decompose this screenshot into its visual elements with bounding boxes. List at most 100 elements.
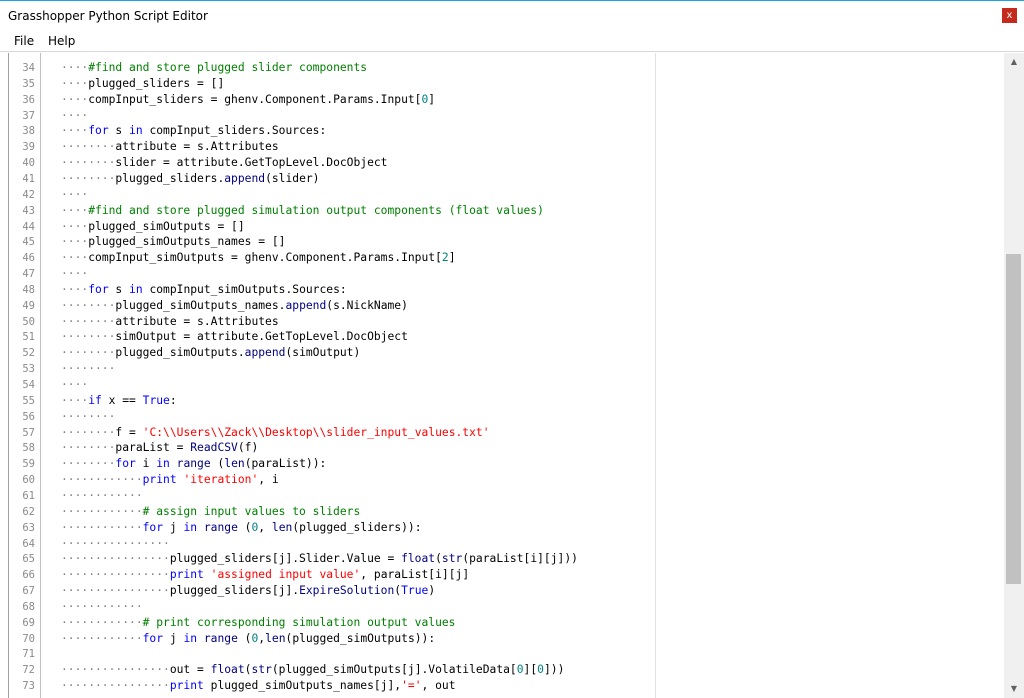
code-text: ················plugged_sliders[j].Expir… [61, 584, 436, 598]
code-text: ········plugged_sliders.append(slider) [61, 171, 320, 185]
code-line[interactable]: 57 ········f = 'C:\\Users\\Zack\\Desktop\… [9, 425, 999, 441]
window-title: Grasshopper Python Script Editor [8, 9, 208, 23]
line-number: 59 [22, 458, 35, 471]
code-line[interactable]: 51 ········simOutput = attribute.GetTopLe… [9, 329, 999, 345]
code-line[interactable]: 41 ········plugged_sliders.append(slider) [9, 171, 999, 187]
code-line[interactable]: 55 ····if x == True: [9, 393, 999, 409]
code-text: ············for j in range (0,len(plugge… [61, 631, 436, 645]
code-line[interactable]: 63 ············for j in range (0, len(plu… [9, 520, 999, 536]
line-number: 67 [22, 585, 35, 598]
line-number: 66 [22, 569, 35, 582]
code-line[interactable]: 56 ········ [9, 409, 999, 425]
code-line[interactable]: 69 ············# print corresponding simu… [9, 615, 999, 631]
code-line[interactable]: 54 ···· [9, 377, 999, 393]
code-line[interactable]: 52 ········plugged_simOutputs.append(simO… [9, 345, 999, 361]
code-line[interactable]: 45 ····plugged_simOutputs_names = [] [9, 234, 999, 250]
code-line[interactable]: 65 ················plugged_sliders[j].Sli… [9, 551, 999, 567]
code-text: ········plugged_simOutputs.append(simOut… [61, 346, 361, 360]
line-number: 54 [22, 379, 35, 391]
line-number: 42 [22, 188, 35, 201]
code-text: ········attribute = s.Attributes [61, 314, 279, 328]
code-line[interactable]: 42 ···· [9, 187, 999, 203]
code-text: ············print 'iteration', i [61, 473, 279, 487]
code-line[interactable]: 37 ···· [9, 108, 999, 124]
code-editor[interactable]: 33 34 ····#find and store plugged slider … [8, 53, 1016, 698]
code-text: ····plugged_simOutputs = [] [61, 219, 245, 233]
close-button[interactable]: x [1002, 8, 1017, 23]
line-number: 56 [22, 410, 35, 423]
code-text: ····plugged_sliders = [] [61, 76, 225, 90]
code-line[interactable]: 50 ········attribute = s.Attributes [9, 314, 999, 330]
code-line[interactable]: 70 ············for j in range (0,len(plug… [9, 631, 999, 647]
code-line[interactable]: 67 ················plugged_sliders[j].Exp… [9, 583, 999, 599]
code-line[interactable]: 46 ····compInput_simOutputs = ghenv.Compo… [9, 250, 999, 266]
code-text: ····for s in compInput_simOutputs.Source… [61, 282, 347, 296]
line-number: 70 [22, 632, 35, 645]
code-text: ····for s in compInput_sliders.Sources: [61, 124, 327, 138]
code-text: ···· [61, 108, 89, 122]
code-line[interactable]: 59 ········for i in range (len(paraList))… [9, 456, 999, 472]
line-number: 57 [22, 426, 35, 439]
code-text: ············ [61, 599, 143, 613]
line-number: 51 [22, 331, 35, 344]
code-text: ····#find and store plugged simulation o… [61, 203, 544, 217]
code-line[interactable]: 64 ················ [9, 536, 999, 552]
line-number: 58 [22, 442, 35, 455]
code-line[interactable]: 39 ········attribute = s.Attributes [9, 139, 999, 155]
code-text: ···· [61, 378, 89, 391]
code-line[interactable]: 53 ········ [9, 361, 999, 377]
line-number: 34 [22, 62, 35, 74]
code-line[interactable]: 36 ····compInput_sliders = ghenv.Componen… [9, 92, 999, 108]
code-text: ········attribute = s.Attributes [61, 140, 279, 154]
code-line[interactable]: 40 ········slider = attribute.GetTopLevel… [9, 155, 999, 171]
line-number: 47 [22, 268, 35, 281]
code-line[interactable]: 71 [9, 646, 999, 662]
code-line[interactable]: 48 ····for s in compInput_simOutputs.Sour… [9, 282, 999, 298]
code-text: ················print 'assigned input va… [61, 568, 470, 582]
code-text: ····#find and store plugged slider compo… [61, 61, 368, 74]
scroll-down-arrow-icon[interactable]: ▼ [1009, 684, 1019, 694]
line-number: 37 [22, 109, 35, 122]
code-line[interactable]: 73 ················print plugged_simOutpu… [9, 678, 999, 694]
code-line[interactable]: 66 ················print 'assigned input … [9, 567, 999, 583]
partial-line-number: 33 [9, 53, 41, 55]
vertical-scrollbar[interactable]: ▲ ▼ [1004, 53, 1024, 698]
line-number: 41 [22, 172, 35, 185]
line-number: 40 [22, 157, 35, 170]
code-line[interactable]: 47 ···· [9, 266, 999, 282]
code-line[interactable]: 38 ····for s in compInput_sliders.Sources… [9, 123, 999, 139]
menu-help[interactable]: Help [48, 34, 75, 48]
line-number: 46 [22, 252, 35, 265]
title-bar: Grasshopper Python Script Editor x [0, 0, 1024, 30]
scroll-up-arrow-icon[interactable]: ▲ [1009, 57, 1019, 67]
line-number: 35 [22, 77, 35, 90]
line-number: 73 [22, 680, 35, 693]
code-text: ········ [61, 362, 116, 376]
line-number: 44 [22, 220, 35, 233]
line-number: 72 [22, 664, 35, 677]
scrollbar-thumb[interactable] [1006, 254, 1021, 584]
code-line[interactable]: 58 ········paraList = ReadCSV(f) [9, 440, 999, 456]
line-number: 69 [22, 616, 35, 629]
code-line[interactable]: 61 ············ [9, 488, 999, 504]
menu-bar: File Help [0, 30, 1024, 52]
code-line[interactable]: 72 ················out = float(str(plugge… [9, 662, 999, 678]
code-line[interactable]: 43 ····#find and store plugged simulation… [9, 203, 999, 219]
line-number: 49 [22, 299, 35, 312]
line-number: 71 [22, 648, 35, 661]
code-line[interactable]: 49 ········plugged_simOutputs_names.appen… [9, 298, 999, 314]
code-line[interactable]: 34 ····#find and store plugged slider com… [9, 60, 999, 76]
code-line[interactable]: 35 ····plugged_sliders = [] [9, 76, 999, 92]
code-text: ············# assign input values to sli… [61, 504, 361, 518]
code-text: ········slider = attribute.GetTopLevel.D… [61, 156, 388, 170]
menu-file[interactable]: File [14, 34, 34, 48]
code-line[interactable]: 68 ············ [9, 599, 999, 615]
code-line[interactable]: 44 ····plugged_simOutputs = [] [9, 219, 999, 235]
code-line[interactable]: 62 ············# assign input values to s… [9, 504, 999, 520]
code-line[interactable]: 60 ············print 'iteration', i [9, 472, 999, 488]
line-number: 60 [22, 474, 35, 487]
line-number: 64 [22, 537, 35, 550]
code-text: ········ [61, 409, 116, 423]
code-text: ····plugged_simOutputs_names = [] [61, 235, 286, 249]
line-number: 68 [22, 600, 35, 613]
